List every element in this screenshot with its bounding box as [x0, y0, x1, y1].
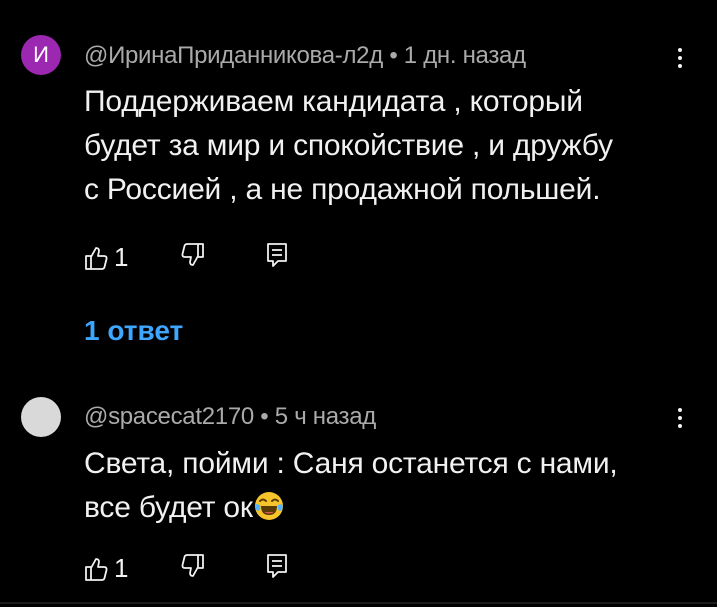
- dislike-icon: [181, 554, 204, 577]
- avatar[interactable]: [21, 397, 61, 437]
- reply-button[interactable]: [266, 553, 288, 579]
- avatar-letter: И: [33, 42, 49, 67]
- comment-time: 1 дн. назад: [403, 42, 526, 69]
- comment-line: будет за мир и спокойствие , и дружбу: [84, 129, 613, 162]
- like-button[interactable]: 1: [84, 553, 128, 584]
- like-icon: [85, 246, 108, 270]
- reply-icon: [267, 554, 287, 578]
- dislike-icon: [181, 243, 204, 266]
- like-count: 1: [114, 553, 129, 583]
- meta-separator: •: [260, 403, 269, 430]
- comment-line-wrap: все будет ок: [84, 486, 684, 530]
- dislike-button[interactable]: [181, 553, 205, 579]
- comment-line: Света, пойми : Саня останется с нами,: [84, 447, 618, 480]
- like-icon: [85, 557, 108, 581]
- comment-meta: @spacecat2170 • 5 ч назад: [84, 403, 376, 431]
- view-replies-link[interactable]: 1 ответ: [84, 315, 183, 347]
- more-vert-icon[interactable]: [672, 403, 688, 433]
- like-count: 1: [114, 242, 129, 272]
- comment-line: Поддерживаем кандидата , который: [84, 85, 583, 118]
- author-name[interactable]: @ИринаПриданникова-л2д: [84, 42, 383, 69]
- comment-text: Поддерживаем кандидата , который будет з…: [84, 80, 684, 212]
- like-button[interactable]: 1: [84, 242, 128, 273]
- reply-icon: [267, 243, 287, 267]
- author-name[interactable]: @spacecat2170: [84, 403, 254, 430]
- comment-text: Света, пойми : Саня останется с нами, вс…: [84, 442, 684, 530]
- more-vert-icon[interactable]: [672, 43, 688, 73]
- comment-line: с Россией , а не продажной польшей.: [84, 173, 601, 206]
- divider: [0, 602, 717, 604]
- comment-time: 5 ч назад: [274, 403, 376, 430]
- meta-separator: •: [389, 42, 398, 69]
- dislike-button[interactable]: [181, 242, 205, 268]
- reply-button[interactable]: [266, 242, 288, 268]
- laughing-with-tears-emoji: [254, 492, 283, 520]
- avatar[interactable]: И: [21, 35, 61, 75]
- comment-meta: @ИринаПриданникова-л2д • 1 дн. назад: [84, 42, 526, 70]
- comment-line: все будет ок: [84, 491, 253, 524]
